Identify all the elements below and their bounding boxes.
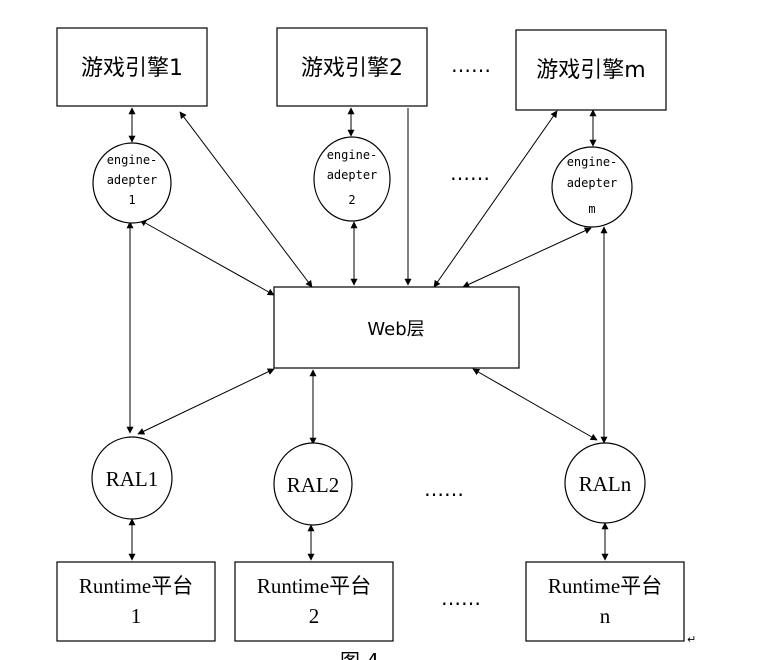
web-layer-label: Web层 [367, 319, 424, 340]
figure-caption: 图 4 [340, 649, 379, 660]
runtime-1-line2: 1 [131, 604, 142, 628]
runtime-1-line1: Runtime平台 [79, 574, 193, 598]
edge-adapter1-web [139, 219, 275, 296]
adapter-node-m: engine- adepter m [551, 146, 633, 228]
edge-engine1-web [179, 111, 313, 288]
ellipsis-adapters: …… [450, 161, 490, 185]
runtime-n-line1: Runtime平台 [548, 574, 662, 598]
engine-box-2: 游戏引擎2 [276, 27, 428, 107]
engine-box-m: 游戏引擎m [515, 29, 667, 111]
edge-ral1-web [137, 368, 275, 435]
edge-web-adapterm [462, 227, 592, 288]
runtime-box-n: Runtime平台 n [525, 561, 685, 642]
runtime-box-1: Runtime平台 1 [56, 561, 216, 642]
adapter-m-line1: engine- [567, 155, 618, 169]
engine-label-m: 游戏引擎m [536, 58, 645, 83]
ral-node-n: RALn [564, 442, 646, 524]
adapter-1-line3: 1 [128, 193, 135, 207]
runtime-n-line2: n [600, 604, 611, 628]
ral-label-2: RAL2 [287, 473, 340, 497]
adapter-2-line1: engine- [327, 148, 378, 162]
engine-label-1: 游戏引擎1 [81, 56, 183, 81]
runtime-2-line2: 2 [309, 604, 320, 628]
ral-label-1: RAL1 [106, 467, 159, 491]
ellipsis-runtimes: …… [441, 586, 481, 610]
ellipsis-engines: …… [451, 53, 491, 77]
runtime-2-line1: Runtime平台 [257, 574, 371, 598]
architecture-diagram: 游戏引擎1 游戏引擎2 游戏引擎m engine- adepter 1 engi… [56, 27, 696, 660]
runtime-box-2: Runtime平台 2 [234, 561, 394, 642]
adapter-m-line2: adepter [567, 176, 618, 190]
edge-raln-web [472, 368, 598, 441]
ral-node-2: RAL2 [273, 442, 353, 526]
adapter-2-line2: adepter [327, 168, 378, 182]
adapter-1-line1: engine- [107, 153, 158, 167]
paragraph-mark: ↵ [687, 633, 696, 646]
adapter-m-line3: m [588, 202, 595, 216]
engine-box-1: 游戏引擎1 [56, 27, 208, 107]
web-layer-box: Web层 [273, 286, 520, 369]
engine-label-2: 游戏引擎2 [301, 56, 403, 81]
adapter-node-2: engine- adepter 2 [313, 136, 391, 222]
ral-label-n: RALn [579, 472, 632, 496]
ellipsis-rals: …… [424, 477, 464, 501]
adapter-node-1: engine- adepter 1 [92, 142, 172, 224]
adapter-2-line3: 2 [348, 193, 355, 207]
adapter-1-line2: adepter [107, 173, 158, 187]
ral-node-1: RAL1 [91, 436, 173, 520]
edge-web-enginem [433, 110, 558, 288]
